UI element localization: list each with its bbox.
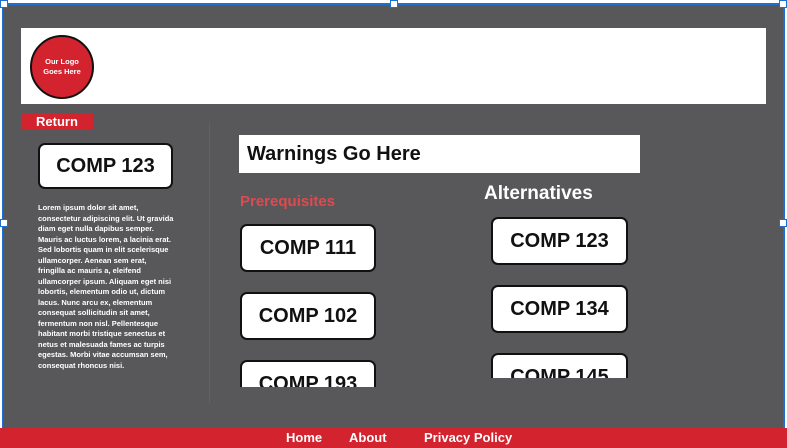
footer-link-privacy-policy[interactable]: Privacy Policy (424, 429, 512, 446)
prerequisites-list[interactable]: COMP 111 COMP 102 COMP 193 (238, 220, 380, 387)
resize-handle-top-right[interactable] (779, 0, 787, 8)
prerequisites-title: Prerequisites (240, 193, 336, 210)
return-button[interactable]: Return (21, 113, 93, 130)
prerequisite-button[interactable]: COMP 193 (240, 360, 376, 387)
prerequisite-button[interactable]: COMP 102 (240, 292, 376, 340)
footer-link-about[interactable]: About (349, 429, 387, 446)
course-description: Lorem ipsum dolor sit amet, consectetur … (38, 203, 174, 370)
alternatives-list[interactable]: COMP 123 COMP 134 COMP 145 (489, 214, 631, 378)
logo[interactable]: Our Logo Goes Here (30, 35, 94, 99)
alternatives-title: Alternatives (484, 183, 593, 204)
logo-text: Our Logo Goes Here (43, 57, 81, 76)
course-code-card: COMP 123 (38, 143, 173, 189)
resize-handle-middle-right[interactable] (779, 219, 787, 227)
warnings-box: Warnings Go Here (239, 135, 640, 173)
alternative-button[interactable]: COMP 145 (491, 353, 628, 378)
column-divider (209, 123, 210, 404)
footer-link-home[interactable]: Home (286, 429, 322, 446)
prerequisite-button[interactable]: COMP 111 (240, 224, 376, 272)
alternative-button[interactable]: COMP 123 (491, 217, 628, 265)
resize-handle-top-center[interactable] (390, 0, 398, 8)
alternative-button[interactable]: COMP 134 (491, 285, 628, 333)
footer-bar (0, 428, 787, 448)
resize-handle-top-left[interactable] (0, 0, 8, 8)
resize-handle-middle-left[interactable] (0, 219, 8, 227)
header-bar (21, 28, 766, 104)
